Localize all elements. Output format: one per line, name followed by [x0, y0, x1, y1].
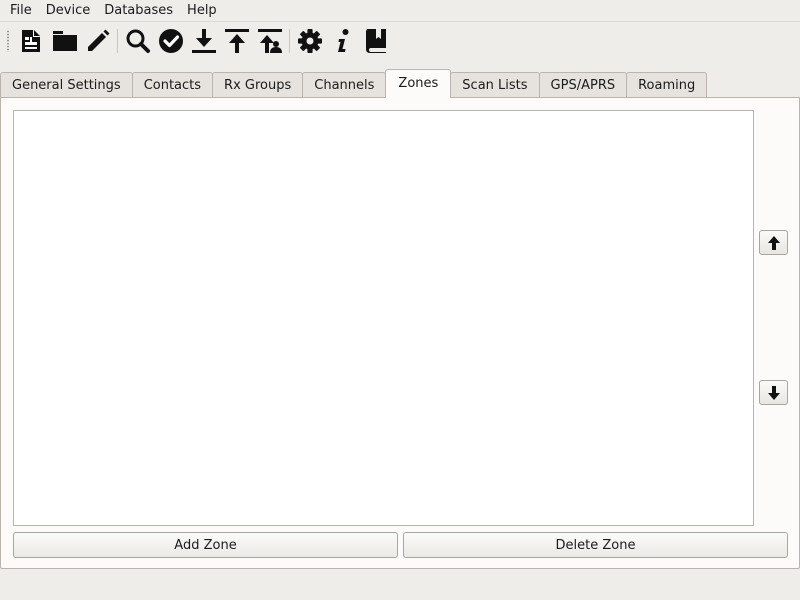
- tab-roaming[interactable]: Roaming: [626, 72, 708, 98]
- tab-scan-lists[interactable]: Scan Lists: [450, 72, 540, 98]
- search-device-button[interactable]: [121, 24, 154, 58]
- delete-zone-button[interactable]: Delete Zone: [403, 532, 788, 558]
- toolbar: [0, 22, 800, 60]
- tab-zones[interactable]: Zones: [385, 69, 452, 98]
- search-device-icon: [126, 29, 150, 53]
- verify-button[interactable]: [154, 24, 187, 58]
- menu-file[interactable]: File: [3, 1, 39, 21]
- toolbar-separator: [289, 29, 290, 53]
- about-button[interactable]: [326, 24, 359, 58]
- zone-list[interactable]: [13, 110, 754, 526]
- toolbar-grip[interactable]: [6, 30, 10, 52]
- menu-help[interactable]: Help: [180, 1, 224, 21]
- new-codeplug-icon: [21, 30, 40, 52]
- settings-button[interactable]: [293, 24, 326, 58]
- toolbar-separator: [117, 29, 118, 53]
- info-icon: [337, 29, 348, 52]
- move-zone-down-button[interactable]: [759, 380, 788, 405]
- zones-panel: Add Zone Delete Zone: [0, 97, 800, 569]
- menu-bar: File Device Databases Help: [0, 0, 800, 22]
- arrow-up-icon: [767, 235, 780, 250]
- upload-button[interactable]: [220, 24, 253, 58]
- tab-bar: General Settings Contacts Rx Groups Chan…: [0, 69, 708, 98]
- user-manual-book-icon: [365, 29, 386, 53]
- tab-contacts[interactable]: Contacts: [131, 72, 214, 98]
- edit-pencil-icon: [87, 29, 109, 51]
- menu-device[interactable]: Device: [39, 1, 97, 21]
- menu-databases[interactable]: Databases: [97, 1, 180, 21]
- verify-check-icon: [158, 29, 183, 53]
- tab-gps-aprs[interactable]: GPS/APRS: [538, 72, 628, 98]
- tab-channels[interactable]: Channels: [302, 72, 387, 98]
- upload-callsign-db-icon: [257, 29, 282, 53]
- upload-callsign-db-button[interactable]: [253, 24, 286, 58]
- move-zone-up-button[interactable]: [759, 230, 788, 255]
- add-zone-button[interactable]: Add Zone: [13, 532, 398, 558]
- settings-gear-icon: [297, 29, 322, 53]
- download-button[interactable]: [187, 24, 220, 58]
- download-icon: [191, 29, 216, 53]
- edit-button[interactable]: [81, 24, 114, 58]
- new-codeplug-button[interactable]: [15, 24, 48, 58]
- tab-general-settings[interactable]: General Settings: [0, 72, 133, 98]
- user-manual-button[interactable]: [359, 24, 392, 58]
- arrow-down-icon: [767, 385, 780, 400]
- tab-rx-groups[interactable]: Rx Groups: [212, 72, 304, 98]
- open-codeplug-button[interactable]: [48, 24, 81, 58]
- upload-icon: [224, 29, 249, 53]
- open-folder-icon: [52, 31, 77, 51]
